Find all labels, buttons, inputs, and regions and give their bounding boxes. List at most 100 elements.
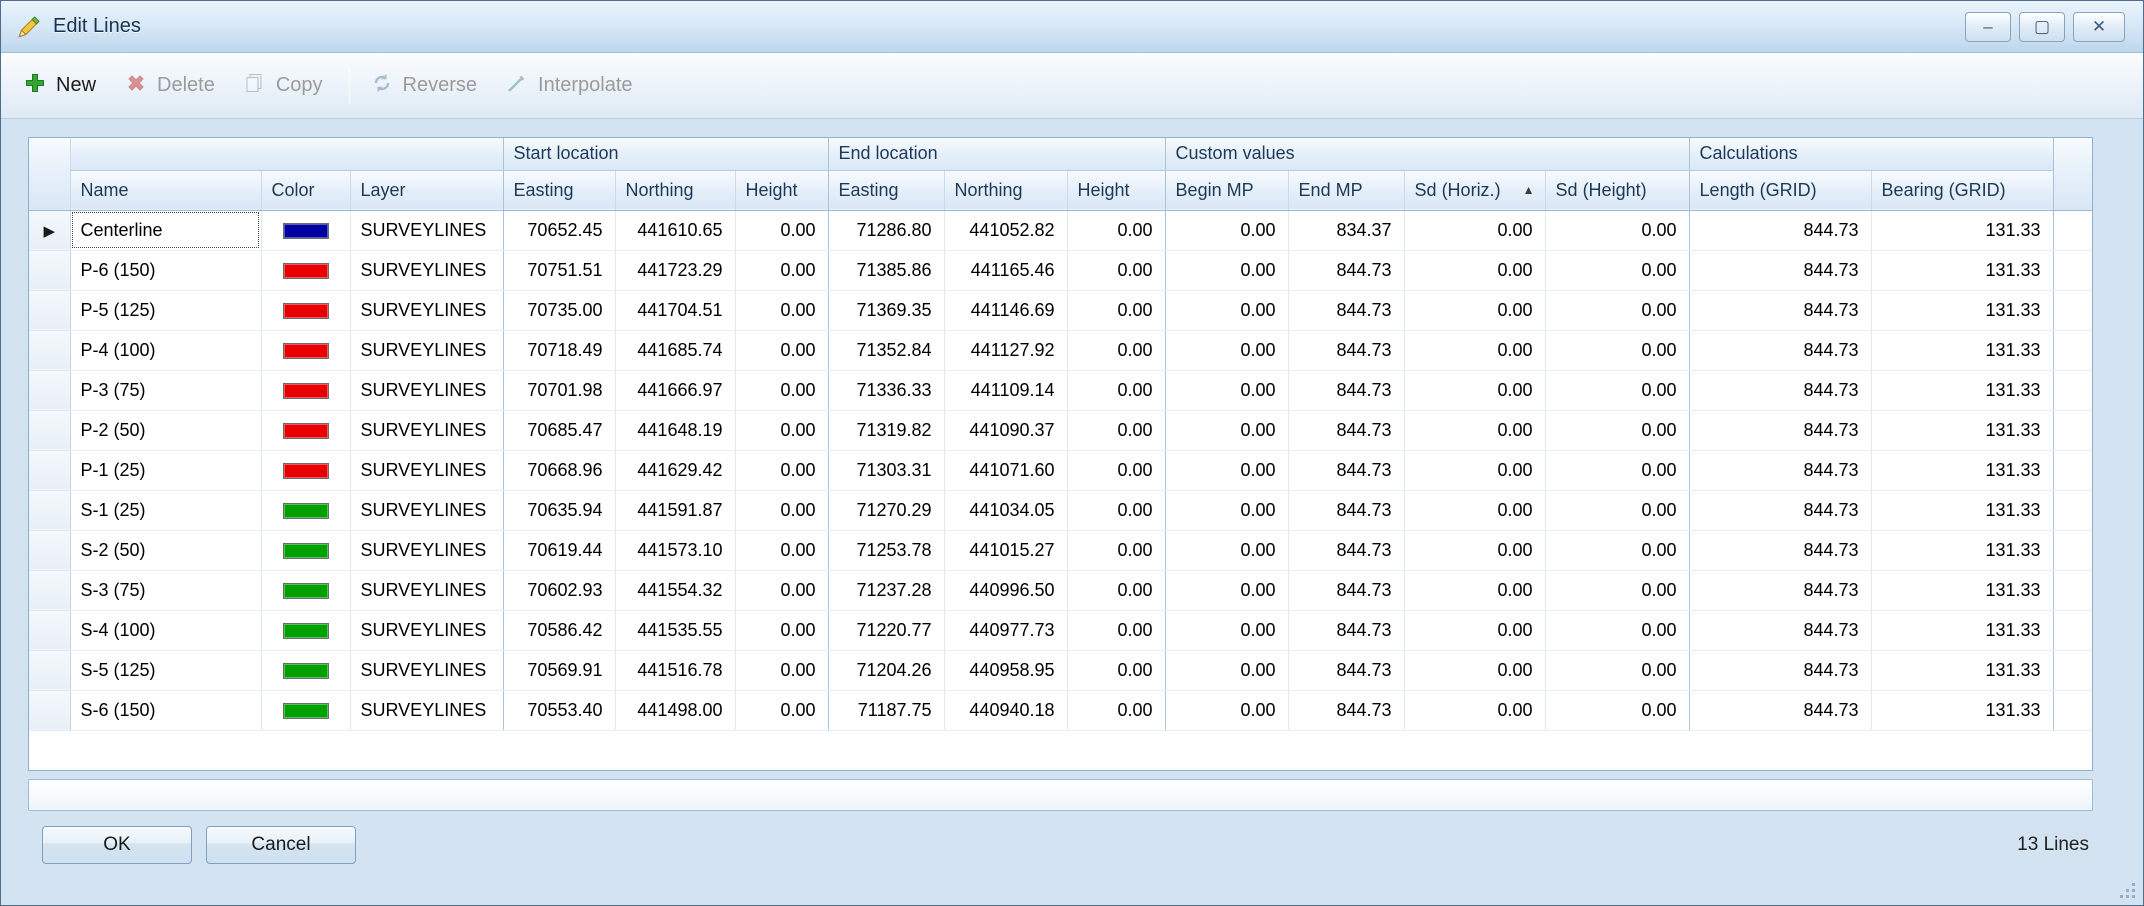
cell-start-northing[interactable]: 441610.65 [615,210,735,250]
cell-end-northing[interactable]: 441165.46 [944,250,1067,290]
cell-start-easting[interactable]: 70735.00 [503,290,615,330]
cell-end-northing[interactable]: 441146.69 [944,290,1067,330]
cell-name[interactable]: P-5 (125) [70,290,261,330]
cell-end-easting[interactable]: 71385.86 [828,250,944,290]
cell-sd-height[interactable]: 0.00 [1545,290,1689,330]
cell-start-easting[interactable]: 70718.49 [503,330,615,370]
cell-color[interactable] [261,690,350,730]
cell-end-height[interactable]: 0.00 [1067,490,1165,530]
cell-end-height[interactable]: 0.00 [1067,450,1165,490]
cell-start-northing[interactable]: 441498.00 [615,690,735,730]
cell-sd-height[interactable]: 0.00 [1545,570,1689,610]
cell-start-northing[interactable]: 441704.51 [615,290,735,330]
cell-start-northing[interactable]: 441516.78 [615,650,735,690]
cell-end-easting[interactable]: 71303.31 [828,450,944,490]
resize-grip[interactable] [2119,882,2137,900]
cell-start-northing[interactable]: 441573.10 [615,530,735,570]
line-row-p-3-75[interactable]: P-3 (75)SURVEYLINES70701.98441666.970.00… [29,370,2092,410]
cell-end-height[interactable]: 0.00 [1067,410,1165,450]
cell-sd-height[interactable]: 0.00 [1545,610,1689,650]
cell-length-grid[interactable]: 844.73 [1689,490,1871,530]
cell-bearing-grid[interactable]: 131.33 [1871,370,2053,410]
cell-bearing-grid[interactable]: 131.33 [1871,530,2053,570]
cell-sd-height[interactable]: 0.00 [1545,690,1689,730]
cell-length-grid[interactable]: 844.73 [1689,650,1871,690]
cell-color[interactable] [261,650,350,690]
cell-start-easting[interactable]: 70569.91 [503,650,615,690]
cell-end-easting[interactable]: 71352.84 [828,330,944,370]
interpolate-button[interactable]: Interpolate [495,63,649,109]
cell-length-grid[interactable]: 844.73 [1689,330,1871,370]
cell-name[interactable]: S-2 (50) [70,530,261,570]
cell-layer[interactable]: SURVEYLINES [350,650,503,690]
cell-end-height[interactable]: 0.00 [1067,370,1165,410]
cell-begin-mp[interactable]: 0.00 [1165,450,1288,490]
cell-layer[interactable]: SURVEYLINES [350,330,503,370]
cell-start-easting[interactable]: 70652.45 [503,210,615,250]
cell-end-easting[interactable]: 71220.77 [828,610,944,650]
cell-start-height[interactable]: 0.00 [735,490,828,530]
cell-start-easting[interactable]: 70751.51 [503,250,615,290]
cell-length-grid[interactable]: 844.73 [1689,610,1871,650]
cell-name[interactable]: Centerline [70,210,261,250]
cell-sd-height[interactable]: 0.00 [1545,530,1689,570]
cell-start-easting[interactable]: 70553.40 [503,690,615,730]
cell-bearing-grid[interactable]: 131.33 [1871,250,2053,290]
ok-button[interactable]: OK [42,826,192,864]
cell-length-grid[interactable]: 844.73 [1689,210,1871,250]
cell-sd-horiz[interactable]: 0.00 [1404,290,1545,330]
cell-start-easting[interactable]: 70602.93 [503,570,615,610]
cell-end-easting[interactable]: 71286.80 [828,210,944,250]
maximize-button[interactable]: ▢ [2019,12,2065,42]
cell-end-easting[interactable]: 71253.78 [828,530,944,570]
cell-end-northing[interactable]: 440958.95 [944,650,1067,690]
cell-color[interactable] [261,250,350,290]
cell-color[interactable] [261,210,350,250]
cell-end-mp[interactable]: 844.73 [1288,370,1404,410]
cell-end-northing[interactable]: 440977.73 [944,610,1067,650]
cell-sd-height[interactable]: 0.00 [1545,410,1689,450]
column-header-start-easting[interactable]: Easting [503,170,615,210]
cell-sd-horiz[interactable]: 0.00 [1404,370,1545,410]
cell-length-grid[interactable]: 844.73 [1689,410,1871,450]
cell-begin-mp[interactable]: 0.00 [1165,410,1288,450]
column-header-end-height[interactable]: Height [1067,170,1165,210]
cell-end-mp[interactable]: 844.73 [1288,610,1404,650]
minimize-button[interactable]: – [1965,12,2011,42]
cell-start-height[interactable]: 0.00 [735,250,828,290]
cell-color[interactable] [261,290,350,330]
cell-end-mp[interactable]: 844.73 [1288,330,1404,370]
cell-start-height[interactable]: 0.00 [735,290,828,330]
cell-end-mp[interactable]: 844.73 [1288,410,1404,450]
cell-end-northing[interactable]: 441052.82 [944,210,1067,250]
cell-end-height[interactable]: 0.00 [1067,570,1165,610]
cell-start-easting[interactable]: 70685.47 [503,410,615,450]
line-row-p-2-50[interactable]: P-2 (50)SURVEYLINES70685.47441648.190.00… [29,410,2092,450]
cell-name[interactable]: S-3 (75) [70,570,261,610]
cell-begin-mp[interactable]: 0.00 [1165,530,1288,570]
line-row-s-5-125[interactable]: S-5 (125)SURVEYLINES70569.91441516.780.0… [29,650,2092,690]
cell-end-height[interactable]: 0.00 [1067,650,1165,690]
cell-start-easting[interactable]: 70586.42 [503,610,615,650]
cell-end-mp[interactable]: 844.73 [1288,490,1404,530]
cell-layer[interactable]: SURVEYLINES [350,490,503,530]
cell-begin-mp[interactable]: 0.00 [1165,610,1288,650]
column-header-end-easting[interactable]: Easting [828,170,944,210]
cell-start-easting[interactable]: 70635.94 [503,490,615,530]
group-header-calculations[interactable]: Calculations [1689,138,2053,170]
cell-end-height[interactable]: 0.00 [1067,210,1165,250]
cell-end-mp[interactable]: 844.73 [1288,690,1404,730]
group-header-start-location[interactable]: Start location [503,138,828,170]
cell-color[interactable] [261,530,350,570]
cell-end-height[interactable]: 0.00 [1067,330,1165,370]
cell-bearing-grid[interactable]: 131.33 [1871,210,2053,250]
cell-bearing-grid[interactable]: 131.33 [1871,690,2053,730]
cell-end-mp[interactable]: 844.73 [1288,450,1404,490]
column-header-color[interactable]: Color [261,170,350,210]
cell-start-northing[interactable]: 441591.87 [615,490,735,530]
cell-start-height[interactable]: 0.00 [735,690,828,730]
cell-start-height[interactable]: 0.00 [735,410,828,450]
cell-end-mp[interactable]: 844.73 [1288,530,1404,570]
cell-end-northing[interactable]: 440996.50 [944,570,1067,610]
cell-bearing-grid[interactable]: 131.33 [1871,570,2053,610]
